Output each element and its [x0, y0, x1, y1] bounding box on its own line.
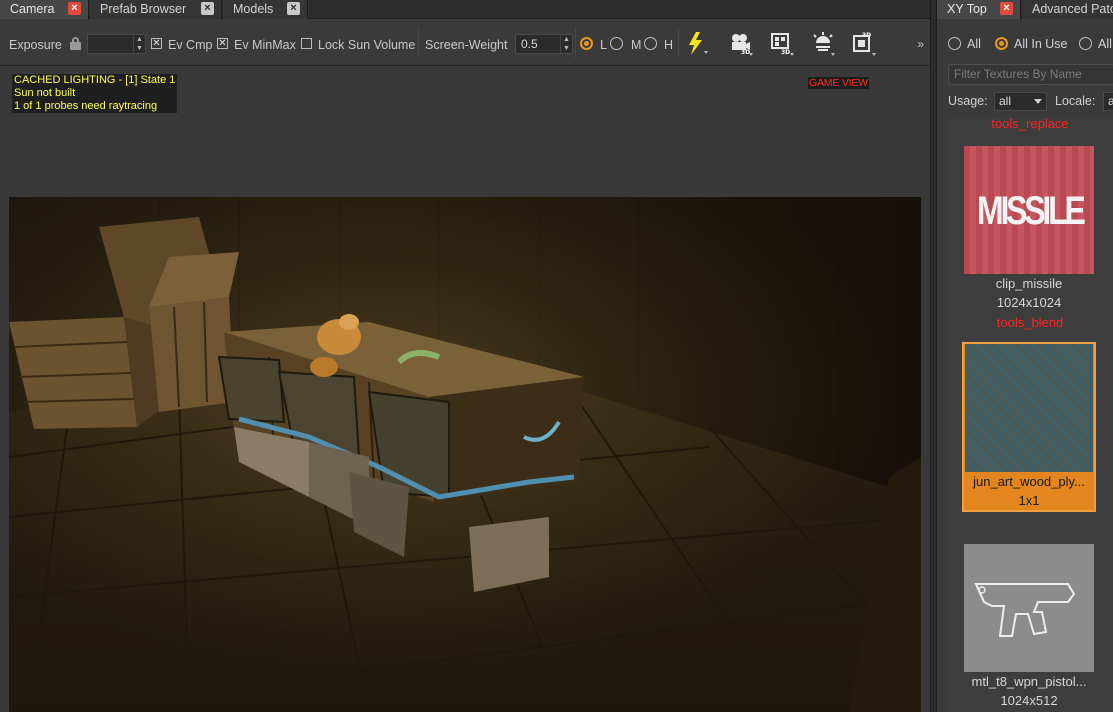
texture-thumbnail: MISSILE: [964, 146, 1094, 274]
camera-panel: Camera × Prefab Browser × Models × Expos…: [0, 0, 930, 712]
svg-text:3D: 3D: [781, 49, 790, 56]
svg-text:3D: 3D: [741, 49, 750, 56]
search-placeholder: Filter Textures By Name: [954, 67, 1082, 81]
overlay-line: Sun not built: [13, 87, 77, 100]
texture-size: 1024x512: [1000, 693, 1058, 708]
scene-render[interactable]: [9, 197, 921, 712]
exposure-stepper[interactable]: ▲ ▼: [133, 35, 145, 53]
texture-size: 1024x1024: [996, 295, 1062, 310]
locale-label: Locale:: [1055, 94, 1096, 108]
svg-text:3D: 3D: [862, 32, 871, 39]
toolbar-divider: [418, 28, 419, 58]
overlay-line: 1 of 1 probes need raytracing: [13, 100, 159, 113]
ev-minmax-label: Ev MinMax: [234, 38, 296, 52]
tab-prefab-browser[interactable]: Prefab Browser ×: [90, 0, 222, 19]
filter-all-in-use-radio[interactable]: [995, 37, 1008, 50]
texture-filter-options: All All In Use All: [937, 30, 1113, 60]
usage-select-value: all: [999, 94, 1012, 108]
lock-sun-volume-label: Lock Sun Volume: [318, 38, 416, 52]
tab-models[interactable]: Models ×: [223, 0, 308, 19]
texture-search-input[interactable]: Filter Textures By Name: [948, 64, 1113, 85]
texture-item-jun-art-wood[interactable]: jun_art_wood_ply... 1x1: [962, 342, 1096, 512]
box-3d-icon[interactable]: 3D: [851, 31, 877, 57]
usage-label: Usage:: [948, 94, 988, 108]
tab-advanced-patch[interactable]: Advanced Patc: [1022, 0, 1113, 19]
tab-xy-top[interactable]: XY Top ×: [937, 0, 1021, 19]
film-3d-icon[interactable]: 3D: [769, 31, 795, 57]
tab-models-label: Models: [233, 2, 274, 16]
screen-weight-stepper[interactable]: ▲ ▼: [560, 35, 572, 53]
lightning-icon[interactable]: [683, 31, 709, 57]
lock-icon[interactable]: [70, 37, 81, 50]
thumbnail-missile-text: MISSILE: [977, 189, 1086, 233]
texture-thumbnail: [964, 544, 1094, 672]
lod-m-radio[interactable]: [610, 37, 623, 50]
texture-group-header: tools_blend: [996, 315, 1064, 330]
screen-weight-label: Screen-Weight: [425, 38, 508, 52]
screen-weight-value: 0.5: [521, 37, 538, 51]
texture-size: 1x1: [1018, 493, 1040, 508]
game-view-label: GAME VIEW: [808, 77, 869, 89]
close-icon[interactable]: ×: [68, 2, 81, 15]
lod-h-label: H: [664, 38, 674, 52]
right-tab-bar: XY Top × Advanced Patc: [937, 0, 1113, 19]
pistol-icon: [974, 583, 1076, 637]
lod-l-label: L: [600, 38, 607, 52]
texture-browser-panel: XY Top × Advanced Patc All All In Use Al…: [937, 0, 1113, 712]
texture-name: jun_art_wood_ply...: [973, 474, 1085, 489]
exposure-label: Exposure: [9, 38, 62, 52]
tab-advanced-patch-label: Advanced Patc: [1032, 2, 1113, 16]
usage-select[interactable]: all: [994, 92, 1047, 111]
texture-list[interactable]: tools_replace MISSILE clip_missile 1024x…: [947, 118, 1113, 712]
lod-m-label: M: [631, 38, 642, 52]
sun-light-icon[interactable]: [810, 31, 836, 57]
toolbar-overflow-button[interactable]: »: [917, 20, 924, 66]
ev-cmp-checkbox[interactable]: ✕: [151, 38, 162, 49]
scene-render-image: [9, 197, 921, 712]
camera-toolbar: Exposure ▲ ▼ ✕ Ev Cmp ✕ Ev MinMax Lock Su…: [0, 20, 930, 66]
tab-prefab-browser-label: Prefab Browser: [100, 2, 187, 16]
toolbar-divider: [678, 28, 679, 58]
tab-xy-top-label: XY Top: [947, 2, 987, 16]
texture-group-header: tools_replace: [991, 118, 1069, 131]
close-icon[interactable]: ×: [1000, 2, 1013, 15]
close-icon[interactable]: ×: [201, 2, 214, 15]
exposure-input[interactable]: ▲ ▼: [87, 34, 146, 54]
panel-splitter[interactable]: [930, 0, 937, 712]
lod-l-radio[interactable]: [580, 37, 593, 50]
chevron-down-icon: [1034, 99, 1042, 104]
texture-name: mtl_t8_wpn_pistol...: [971, 674, 1087, 689]
usage-locale-row: Usage: all Locale: a: [948, 92, 1113, 112]
thumbnail-texture: [965, 344, 1093, 472]
ev-cmp-label: Ev Cmp: [168, 38, 213, 52]
close-icon[interactable]: ×: [287, 2, 300, 15]
tab-camera-label: Camera: [10, 2, 55, 16]
lod-h-radio[interactable]: [644, 37, 657, 50]
left-tab-bar: Camera × Prefab Browser × Models ×: [0, 0, 930, 19]
filter-all-radio[interactable]: [948, 37, 961, 50]
texture-item-clip-missile[interactable]: MISSILE clip_missile 1024x1024: [962, 146, 1096, 312]
texture-thumbnail: [965, 344, 1093, 472]
lock-sun-volume-checkbox[interactable]: [301, 38, 312, 49]
toolbar-divider: [575, 28, 576, 58]
filter-all-2-radio[interactable]: [1079, 37, 1092, 50]
filter-all-2-label: All: [1098, 37, 1112, 51]
texture-item-mtl-pistol[interactable]: mtl_t8_wpn_pistol... 1024x512: [962, 544, 1096, 710]
overlay-line: CACHED LIGHTING - [1] State 1: [13, 74, 177, 87]
locale-select-value: a: [1108, 94, 1113, 108]
filter-all-label: All: [967, 37, 981, 51]
camera-viewport[interactable]: CACHED LIGHTING - [1] State 1 Sun not bu…: [0, 67, 930, 712]
camera-3d-icon[interactable]: 3D: [728, 31, 754, 57]
texture-name: clip_missile: [995, 276, 1063, 291]
tab-camera[interactable]: Camera ×: [0, 0, 89, 19]
ev-minmax-checkbox[interactable]: ✕: [217, 38, 228, 49]
locale-select[interactable]: a: [1103, 92, 1113, 111]
filter-all-in-use-label: All In Use: [1014, 37, 1068, 51]
screen-weight-input[interactable]: 0.5 ▲ ▼: [515, 34, 573, 54]
lighting-status-overlay: CACHED LIGHTING - [1] State 1 Sun not bu…: [12, 74, 178, 113]
